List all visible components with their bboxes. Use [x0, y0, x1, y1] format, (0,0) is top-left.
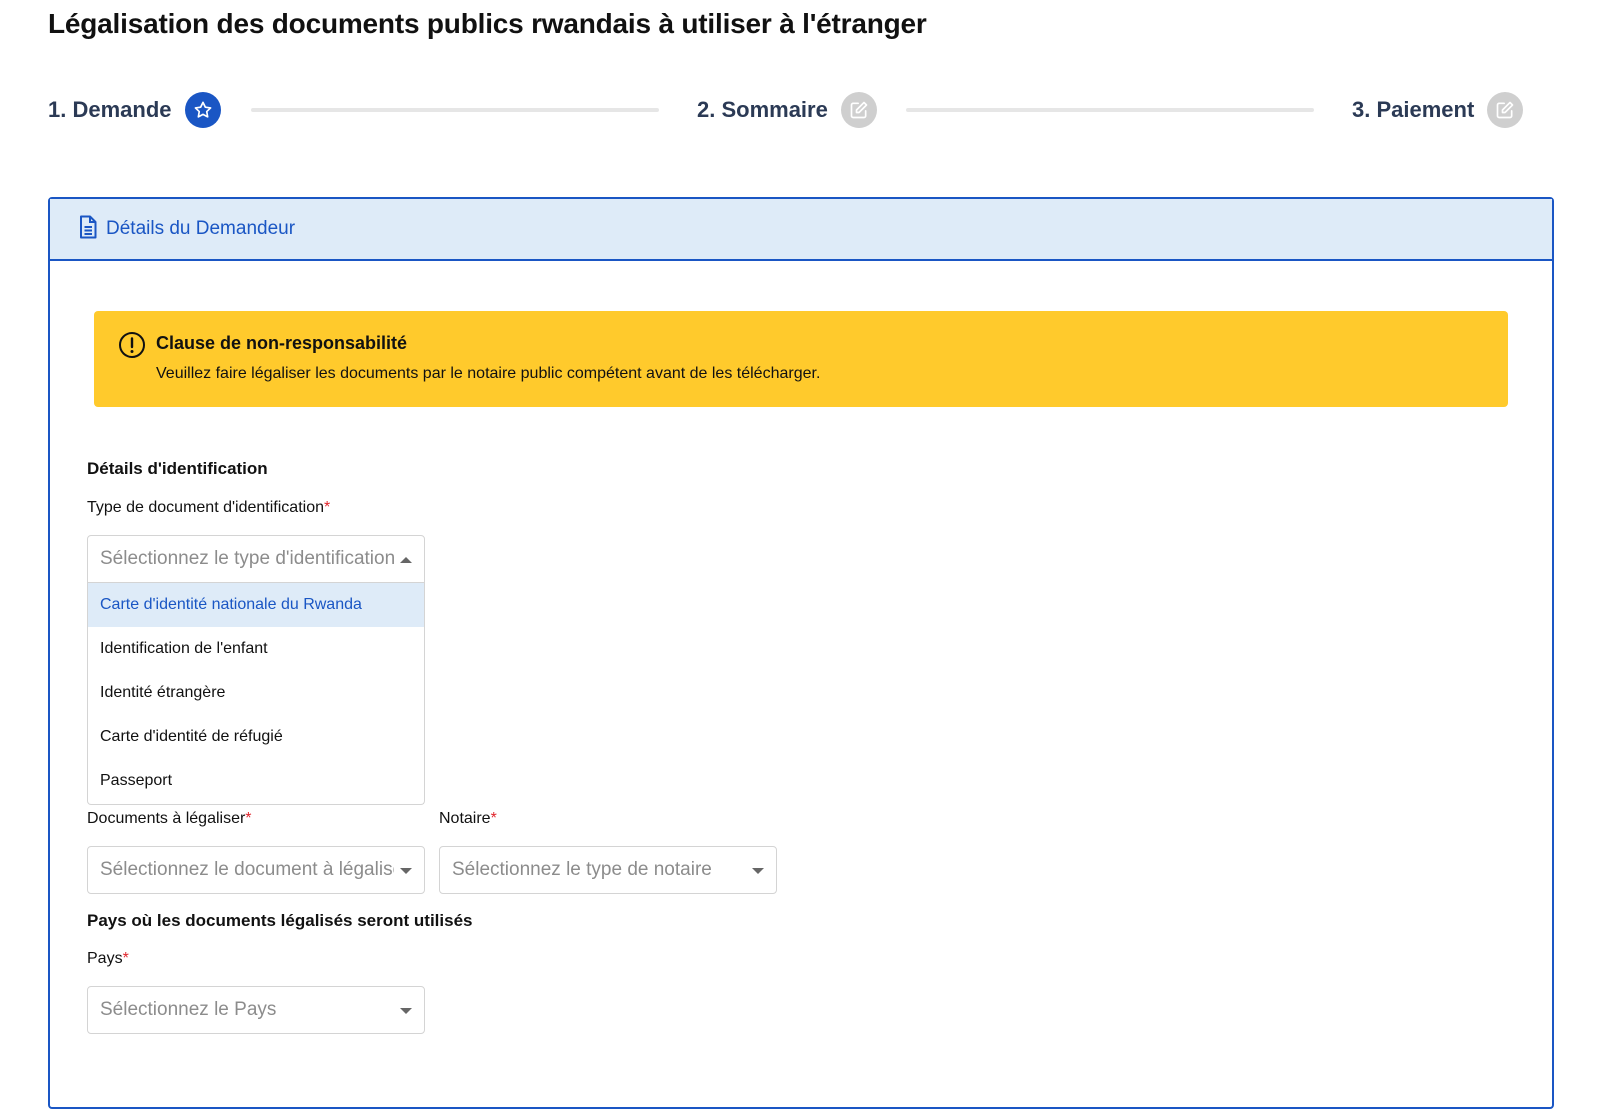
documents-label: Documents à légaliser* [87, 810, 252, 827]
document-icon [78, 215, 98, 244]
dropdown-option[interactable]: Carte d'identité nationale du Rwanda [88, 583, 424, 627]
card-header: Détails du Demandeur [50, 199, 1552, 261]
page-title: Légalisation des documents publics rwand… [48, 8, 927, 39]
card-header-title: Détails du Demandeur [106, 218, 296, 239]
step-sommaire[interactable]: 2. Sommaire [697, 90, 877, 130]
alert-title: Clause de non-responsabilité [156, 333, 408, 353]
alert-text: Veuillez faire légaliser les documents p… [156, 365, 821, 382]
edit-icon [1487, 92, 1524, 128]
step-demande[interactable]: 1. Demande [48, 90, 221, 130]
chevron-down-icon[interactable] [400, 868, 412, 874]
documents-placeholder: Sélectionnez le document à légaliser [100, 859, 394, 880]
exclamation-circle-icon [118, 331, 146, 359]
caret-up-icon[interactable] [400, 557, 412, 563]
disclaimer-alert: Clause de non-responsabilité Veuillez fa… [94, 311, 1508, 407]
chevron-down-icon[interactable] [400, 1008, 412, 1014]
country-section-title: Pays où les documents légalisés seront u… [87, 911, 473, 930]
country-label: Pays* [87, 950, 129, 967]
step-label: 3. Paiement [1352, 97, 1475, 122]
identification-section-title: Détails d'identification [87, 459, 268, 478]
dropdown-option[interactable]: Passeport [88, 759, 424, 803]
country-placeholder: Sélectionnez le Pays [100, 999, 277, 1020]
country-select[interactable]: Sélectionnez le Pays [87, 986, 425, 1034]
progress-stepper: 1. Demande 2. Sommaire 3. Paiement [48, 90, 1554, 130]
dropdown-option[interactable]: Identification de l'enfant [88, 627, 424, 671]
notary-placeholder: Sélectionnez le type de notaire [452, 859, 712, 880]
edit-icon [840, 92, 877, 128]
step-label: 1. Demande [48, 97, 172, 122]
star-icon [184, 92, 221, 128]
id-type-dropdown: Carte d'identité nationale du Rwanda Ide… [87, 583, 425, 805]
id-type-placeholder: Sélectionnez le type d'identification [100, 548, 394, 569]
notary-select[interactable]: Sélectionnez le type de notaire [439, 846, 777, 894]
step-label: 2. Sommaire [697, 97, 828, 122]
applicant-details-card: Détails du Demandeur Clause de non-respo… [48, 197, 1554, 1109]
step-connector [251, 108, 659, 112]
dropdown-option[interactable]: Carte d'identité de réfugié [88, 715, 424, 759]
step-paiement[interactable]: 3. Paiement [1352, 90, 1524, 130]
id-type-select[interactable]: Sélectionnez le type d'identification [87, 535, 425, 583]
chevron-down-icon[interactable] [752, 868, 764, 874]
step-connector [906, 108, 1314, 112]
documents-select[interactable]: Sélectionnez le document à légaliser [87, 846, 425, 894]
id-type-label: Type de document d'identification* [87, 499, 331, 516]
dropdown-option[interactable]: Identité étrangère [88, 671, 424, 715]
notary-label: Notaire* [439, 810, 497, 827]
